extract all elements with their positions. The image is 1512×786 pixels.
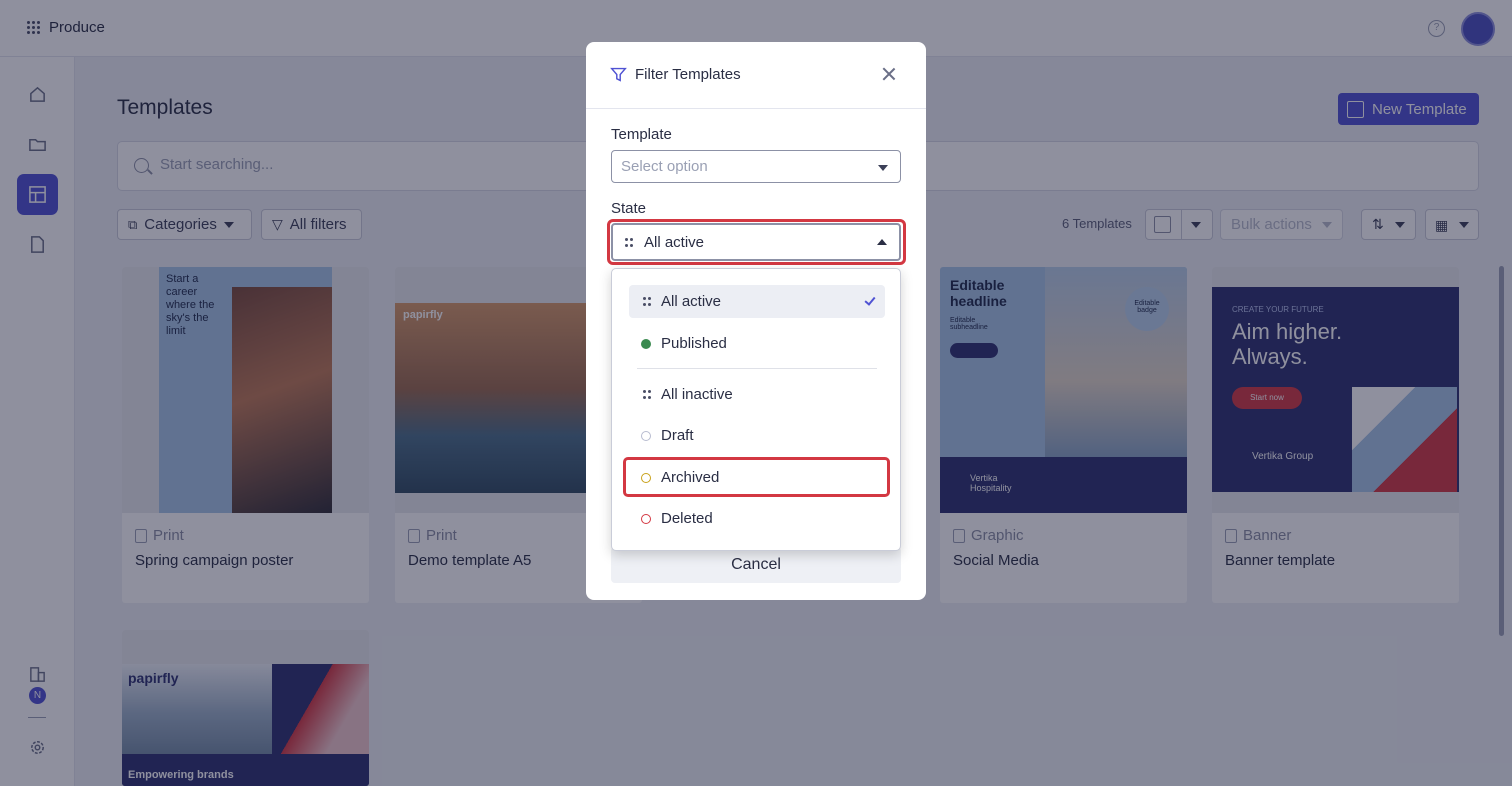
option-all-active[interactable]: All active (629, 285, 885, 318)
option-label: All active (661, 293, 722, 310)
menu-divider (637, 368, 877, 369)
grid-dots-icon (643, 390, 651, 399)
dialog-title: Filter Templates (635, 66, 741, 83)
option-deleted[interactable]: Deleted (629, 502, 885, 535)
template-select-placeholder: Select option (621, 158, 708, 175)
option-label: Published (661, 335, 727, 352)
dialog-header: Filter Templates (586, 42, 926, 109)
option-label: Deleted (661, 510, 713, 527)
draft-ring-icon (641, 431, 651, 441)
option-draft[interactable]: Draft (629, 419, 885, 452)
published-dot-icon (641, 339, 651, 349)
option-all-inactive[interactable]: All inactive (629, 378, 885, 411)
archived-option-highlight (623, 457, 890, 497)
template-field-label: Template (611, 126, 672, 143)
option-label: Draft (661, 427, 694, 444)
cancel-button[interactable]: Cancel (611, 547, 901, 583)
state-select-highlight (607, 219, 906, 265)
deleted-ring-icon (641, 514, 651, 524)
template-select[interactable]: Select option (611, 150, 901, 183)
state-dropdown-menu: All active Published All inactive Draft … (611, 268, 901, 551)
cancel-label: Cancel (731, 556, 781, 573)
grid-dots-icon (643, 297, 651, 306)
filter-icon (610, 67, 627, 82)
close-icon[interactable] (881, 66, 897, 82)
checkmark-icon (864, 294, 876, 306)
option-label: All inactive (661, 386, 733, 403)
chevron-down-icon (878, 165, 888, 171)
state-field-label: State (611, 200, 647, 217)
option-published[interactable]: Published (629, 327, 885, 360)
